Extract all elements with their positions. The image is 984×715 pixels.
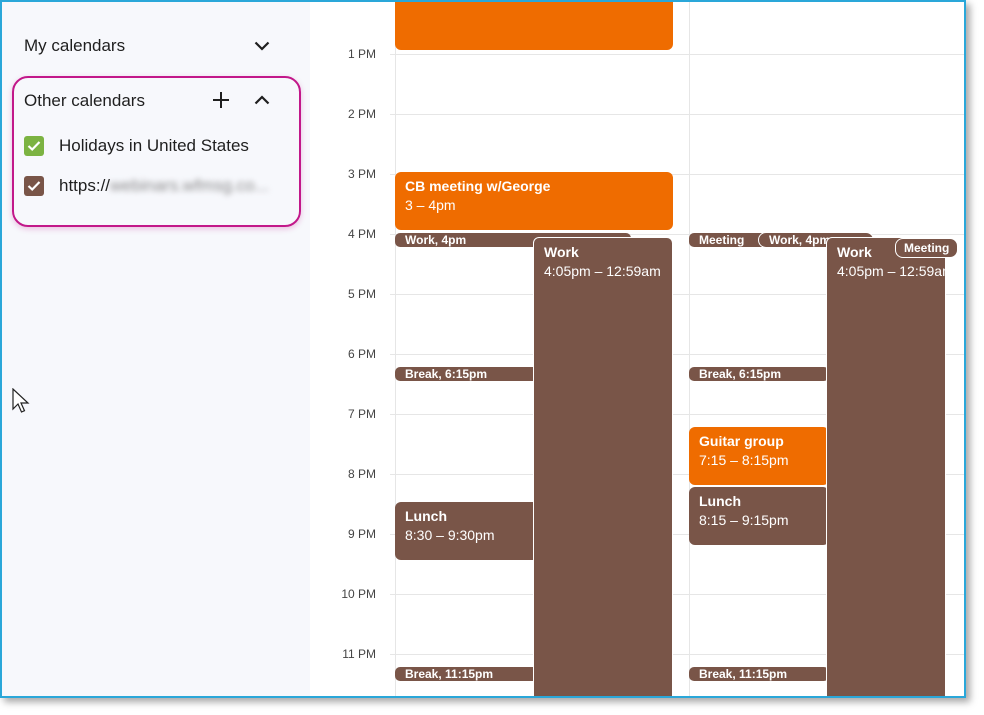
app-window: My calendars Other calendars Holidays in… (0, 0, 966, 698)
event-title: Lunch (405, 508, 447, 524)
event-top-orange[interactable] (395, 2, 673, 50)
event-cb-meeting[interactable]: CB meeting w/George 3 – 4pm (395, 172, 673, 230)
event-time: 4:05pm – 12:59am (544, 263, 661, 279)
calendar-label: https://webinars.wfmsg.co... (59, 176, 269, 196)
event-lunch[interactable]: Lunch 8:15 – 9:15pm (689, 487, 829, 545)
event-time: 4:05pm – 12:59am (837, 263, 946, 279)
other-calendars-header[interactable]: Other calendars (24, 86, 284, 116)
event-title: Break, 11:15pm (405, 667, 494, 681)
event-title: Guitar group (699, 433, 784, 449)
checkbox-checked-icon[interactable] (24, 176, 44, 196)
my-calendars-header[interactable]: My calendars (24, 31, 284, 61)
event-work[interactable]: Work 4:05pm – 12:59am (533, 237, 673, 696)
event-title: Lunch (699, 493, 741, 509)
event-title: Meeting (699, 233, 745, 247)
mouse-cursor-icon (12, 388, 30, 413)
calendar-item-holidays[interactable]: Holidays in United States (24, 133, 249, 159)
column-divider (689, 2, 690, 696)
my-calendars-title: My calendars (24, 36, 126, 55)
event-time: 8:30 – 9:30pm (405, 527, 495, 543)
event-title: Work, 4pm (769, 233, 831, 247)
event-break-pill[interactable]: Break, 6:15pm (395, 367, 540, 381)
time-label: 3 PM (347, 167, 376, 181)
time-label: 7 PM (347, 407, 376, 421)
event-title: Work (544, 244, 579, 260)
calendar-url-prefix: https:// (59, 176, 111, 195)
chevron-up-icon[interactable] (248, 86, 276, 114)
time-label: 9 PM (347, 527, 376, 541)
event-time: 7:15 – 8:15pm (699, 452, 789, 468)
event-title: Work, 4pm (405, 233, 467, 247)
time-label: 6 PM (347, 347, 376, 361)
checkbox-checked-icon[interactable] (24, 136, 44, 156)
event-title: Break, 6:15pm (405, 367, 488, 381)
event-meeting-chip[interactable]: Meeting (895, 238, 959, 258)
time-label: 10 PM (341, 587, 376, 601)
event-title: Break, 11:15pm (699, 667, 788, 681)
add-icon[interactable] (207, 86, 235, 114)
event-time: 8:15 – 9:15pm (699, 512, 789, 528)
calendar-label: Holidays in United States (59, 136, 249, 155)
calendar-grid: 1 PM 2 PM 3 PM 4 PM 5 PM 6 PM 7 PM 8 PM … (310, 2, 964, 696)
time-label: 11 PM (342, 647, 376, 661)
event-work[interactable]: Work 4:05pm – 12:59am (826, 237, 946, 696)
event-break-pill[interactable]: Break, 11:15pm (689, 667, 829, 681)
time-label: 4 PM (347, 227, 376, 241)
event-title: CB meeting w/George (405, 178, 551, 194)
sidebar: My calendars Other calendars Holidays in… (2, 2, 310, 696)
column-divider (395, 2, 396, 696)
time-label: 1 PM (347, 47, 376, 61)
event-guitar-group[interactable]: Guitar group 7:15 – 8:15pm (689, 427, 829, 485)
event-time: 3 – 4pm (405, 197, 456, 213)
hour-line (390, 114, 964, 115)
event-lunch[interactable]: Lunch 8:30 – 9:30pm (395, 502, 540, 560)
hour-line (390, 54, 964, 55)
chevron-down-icon[interactable] (248, 32, 276, 60)
event-break-pill[interactable]: Break, 6:15pm (689, 367, 829, 381)
event-break-pill[interactable]: Break, 11:15pm (395, 667, 540, 681)
calendar-item-webinars[interactable]: https://webinars.wfmsg.co... (24, 173, 269, 199)
other-calendars-title: Other calendars (24, 91, 145, 110)
calendar-url-blurred: webinars.wfmsg.co... (110, 176, 269, 195)
event-title: Meeting (904, 241, 950, 255)
event-title: Break, 6:15pm (699, 367, 782, 381)
time-label: 2 PM (347, 107, 376, 121)
time-label: 8 PM (347, 467, 376, 481)
time-label: 5 PM (347, 287, 376, 301)
